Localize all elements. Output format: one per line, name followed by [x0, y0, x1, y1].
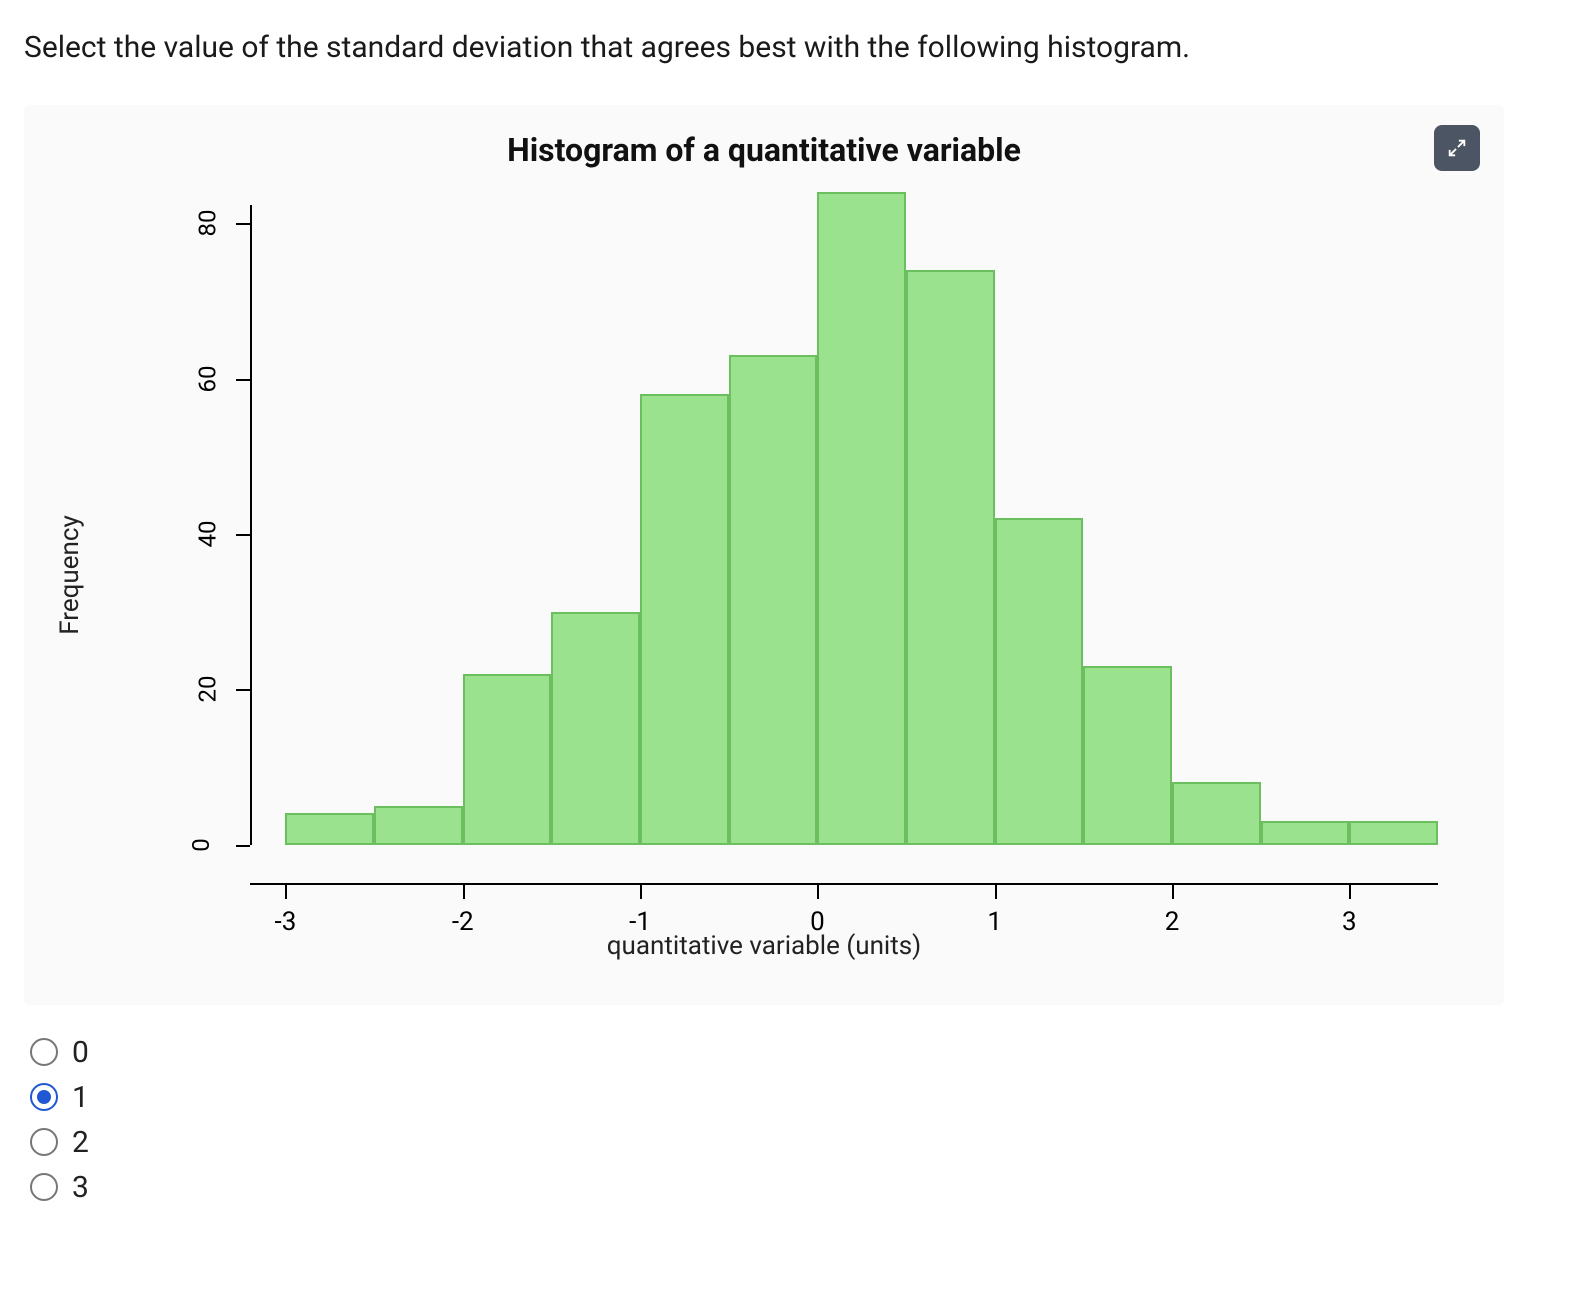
option-label: 0 [72, 1035, 89, 1070]
x-tick-label: -3 [275, 907, 297, 937]
radio-button[interactable] [30, 1038, 58, 1066]
x-tick [285, 885, 287, 899]
y-tick-label: 80 [193, 210, 221, 237]
expand-icon[interactable] [1434, 125, 1480, 171]
answer-option[interactable]: 2 [30, 1125, 1552, 1160]
radio-button[interactable] [30, 1173, 58, 1201]
y-tick [236, 534, 250, 536]
y-tick-label: 20 [193, 676, 221, 703]
radio-button[interactable] [30, 1083, 58, 1111]
histogram-bar [995, 518, 1084, 844]
chart-panel: Histogram of a quantitative variable Fre… [24, 105, 1504, 1005]
chart-title: Histogram of a quantitative variable [50, 131, 1478, 169]
option-label: 1 [72, 1080, 89, 1115]
x-tick-label: 0 [810, 907, 825, 937]
histogram-bar [285, 813, 374, 844]
x-tick [1349, 885, 1351, 899]
histogram-bar [817, 192, 906, 844]
y-tick [236, 223, 250, 225]
histogram-bar [1172, 782, 1261, 844]
answer-options: 0 1 2 3 [24, 1035, 1552, 1205]
x-tick [640, 885, 642, 899]
histogram-bar [374, 806, 463, 845]
answer-option[interactable]: 0 [30, 1035, 1552, 1070]
y-tick [236, 689, 250, 691]
answer-option[interactable]: 1 [30, 1080, 1552, 1115]
x-axis-line [250, 883, 1438, 885]
histogram-bar [551, 612, 640, 845]
x-tick [817, 885, 819, 899]
plot-wrap: Frequency quantitative variable (units) … [50, 185, 1478, 965]
x-tick-label: 3 [1342, 907, 1357, 937]
y-tick-label: 40 [193, 520, 221, 547]
histogram-bar [640, 394, 729, 844]
question-text: Select the value of the standard deviati… [24, 28, 1552, 69]
option-label: 2 [72, 1125, 89, 1160]
x-tick [1172, 885, 1174, 899]
y-tick-label: 0 [187, 838, 215, 852]
x-axis-label: quantitative variable (units) [607, 931, 921, 961]
y-tick-label: 60 [193, 365, 221, 392]
plot-area: 020406080-3-2-10123 [250, 185, 1438, 845]
x-tick-label: 2 [1165, 907, 1180, 937]
y-tick [236, 845, 250, 847]
answer-option[interactable]: 3 [30, 1170, 1552, 1205]
histogram-bar [1083, 666, 1172, 845]
x-tick [995, 885, 997, 899]
histogram-bar [1261, 821, 1350, 844]
radio-button[interactable] [30, 1128, 58, 1156]
x-tick [463, 885, 465, 899]
histogram-bar [463, 674, 552, 845]
x-tick-label: 1 [987, 907, 1002, 937]
x-tick-label: -1 [629, 907, 651, 937]
histogram-bar [729, 355, 818, 844]
y-axis-label: Frequency [55, 515, 85, 635]
y-tick [236, 379, 250, 381]
option-label: 3 [72, 1170, 89, 1205]
histogram-bars [250, 185, 1438, 845]
histogram-bar [1349, 821, 1438, 844]
histogram-bar [906, 270, 995, 845]
x-tick-label: -2 [452, 907, 474, 937]
